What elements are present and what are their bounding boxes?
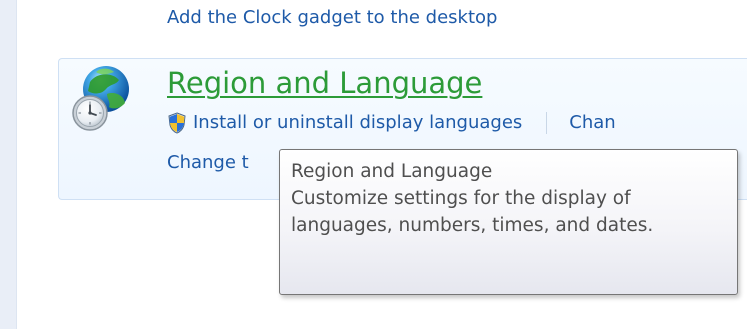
globe-clock-icon[interactable] bbox=[66, 64, 138, 136]
task-separator bbox=[546, 112, 548, 134]
tooltip-description: Customize settings for the display of la… bbox=[291, 188, 654, 236]
uac-shield-icon bbox=[167, 112, 187, 134]
tooltip-title: Region and Language bbox=[291, 161, 493, 182]
region-language-tooltip: Region and Language Customize settings f… bbox=[279, 149, 738, 295]
region-language-task-row: Install or uninstall display languages C… bbox=[167, 109, 747, 137]
change-task-link-partially-covered[interactable]: Change t bbox=[167, 151, 279, 175]
install-uninstall-display-languages-link[interactable]: Install or uninstall display languages bbox=[193, 111, 522, 135]
add-clock-gadget-link[interactable]: Add the Clock gadget to the desktop bbox=[167, 6, 497, 30]
region-language-category-link[interactable]: Region and Language bbox=[167, 66, 482, 100]
change-task-link-truncated[interactable]: Chan bbox=[569, 111, 615, 135]
left-navigation-rail bbox=[0, 0, 17, 329]
control-panel-window: Add the Clock gadget to the desktop Regi… bbox=[0, 0, 747, 329]
